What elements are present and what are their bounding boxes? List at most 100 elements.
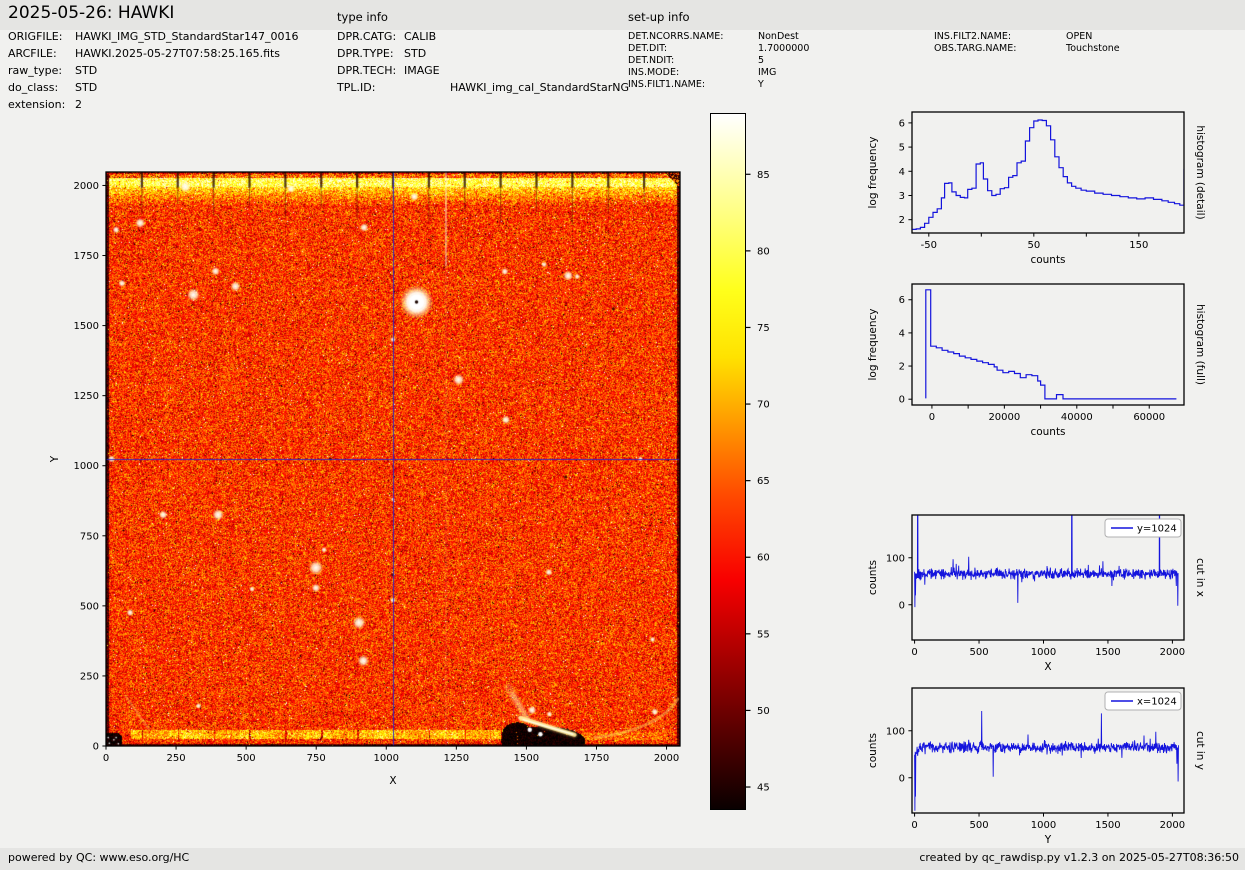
file-info-row: ORIGFILE: HAWKI_IMG_STD_StandardStar147_0… xyxy=(8,30,299,43)
cut-y-x-tick-label: 1000 xyxy=(1031,820,1056,831)
cut-x-legend-box xyxy=(1104,518,1182,538)
hist-detail-y-tick-label: 4 xyxy=(899,167,905,178)
main-image-x-tick-label: 1250 xyxy=(444,753,469,764)
tpl-id-value: HAWKI_img_cal_StandardStarNG xyxy=(450,81,629,94)
header-bar xyxy=(0,0,1245,30)
hist-detail-frame xyxy=(911,111,1185,234)
cut-x-y-tick-label: 0 xyxy=(899,600,905,611)
dpr-tech-label: DPR.TECH: xyxy=(337,64,397,77)
main-image-ylabel: Y xyxy=(49,455,61,463)
cut-y-ylabel: counts xyxy=(867,733,879,768)
hist-full-y-tick-label: 2 xyxy=(899,362,905,373)
det-dit-value: 1.7000000 xyxy=(758,43,810,54)
file-info-row: ARCFILE: HAWKI.2025-05-27T07:58:25.165.fi… xyxy=(8,47,280,60)
cut-x-series xyxy=(914,515,1179,608)
cut-x-x-tick-label: 500 xyxy=(969,647,988,658)
setup-info-row: INS.MODE: IMG xyxy=(628,67,776,78)
det-ndit-value: 5 xyxy=(758,55,765,66)
hist-detail-x-tick-label: 150 xyxy=(1129,240,1148,251)
det-dit-label: DET.DIT: xyxy=(628,43,668,54)
cut-y-legend-label: x=1024 xyxy=(1137,697,1177,708)
cut-y-xlabel: Y xyxy=(1044,834,1052,846)
cut-x-y-tick-label: 100 xyxy=(886,553,905,564)
main-image-x-tick-label: 500 xyxy=(237,753,256,764)
dpr-type-label: DPR.TYPE: xyxy=(337,47,394,60)
arcfile-value: HAWKI.2025-05-27T07:58:25.165.fits xyxy=(75,47,281,60)
hist-detail-xlabel: counts xyxy=(1030,254,1065,266)
main-image-x-tick-label: 2000 xyxy=(654,753,679,764)
main-image-xlabel: X xyxy=(389,775,396,787)
colorbar-tick-label: 45 xyxy=(757,783,770,794)
hist-detail-y-tick-label: 2 xyxy=(899,215,905,226)
doclass-label: do_class: xyxy=(8,81,59,94)
rawtype-label: raw_type: xyxy=(8,64,63,77)
detector-image xyxy=(106,172,680,746)
hist-full-xlabel: counts xyxy=(1030,426,1065,438)
page-title: 2025-05-26: HAWKI xyxy=(8,3,175,23)
file-info-row: extension: 2 xyxy=(8,98,82,111)
hist-full-y-tick-label: 4 xyxy=(899,328,905,339)
setup-info-row: INS.FILT2.NAME: OPEN xyxy=(934,31,1092,42)
tpl-id-label: TPL.ID: xyxy=(337,81,376,94)
setup-info-row: OBS.TARG.NAME: Touchstone xyxy=(934,43,1120,54)
main-image-y-tick-label: 1000 xyxy=(74,461,99,472)
dpr-catg-label: DPR.CATG: xyxy=(337,30,397,43)
cut-x-x-tick-label: 0 xyxy=(911,647,917,658)
hist-full-x-tick-label: 40000 xyxy=(1061,412,1093,423)
dpr-catg-value: CALIB xyxy=(404,30,437,43)
hist-detail-side-label: histogram (detail) xyxy=(1194,125,1206,219)
cut-x-x-tick-label: 2000 xyxy=(1160,647,1185,658)
setup-info-row: INS.FILT1.NAME: Y xyxy=(628,79,764,90)
arcfile-label: ARCFILE: xyxy=(8,47,57,60)
hist-full-x-tick-label: 60000 xyxy=(1133,412,1165,423)
colorbar-tick-label: 50 xyxy=(757,706,770,717)
colorbar-tick-label: 60 xyxy=(757,553,770,564)
rawtype-value: STD xyxy=(75,64,98,77)
cut-y-legend-box xyxy=(1104,691,1182,711)
ins-filt2-value: OPEN xyxy=(1066,31,1093,42)
hist-full-x-tick-label: 20000 xyxy=(988,412,1020,423)
main-image-y-tick-label: 500 xyxy=(80,601,99,612)
hist-full-series xyxy=(925,289,1177,400)
det-ndit-label: DET.NDIT: xyxy=(628,55,675,66)
setup-info-row: DET.NCORRS.NAME: NonDest xyxy=(628,31,799,42)
main-image-x-tick-label: 1750 xyxy=(584,753,609,764)
colorbar xyxy=(710,113,746,810)
type-info-row: DPR.TECH: IMAGE xyxy=(337,64,440,77)
colorbar-tick-label: 85 xyxy=(757,170,770,181)
cut-x-frame xyxy=(911,514,1185,641)
dpr-type-value: STD xyxy=(404,47,427,60)
footer-powered-by: powered by QC: www.eso.org/HC xyxy=(8,851,190,864)
colorbar-tick-label: 75 xyxy=(757,323,770,334)
cut-y-x-tick-label: 1500 xyxy=(1095,820,1120,831)
ins-filt2-label: INS.FILT2.NAME: xyxy=(934,31,1012,42)
colorbar-tick-label: 65 xyxy=(757,476,770,487)
hist-full-ylabel: log frequency xyxy=(867,308,879,380)
extension-label: extension: xyxy=(8,98,66,111)
cut-x-xlabel: X xyxy=(1044,661,1051,673)
cut-x-x-tick-label: 1000 xyxy=(1031,647,1056,658)
doclass-value: STD xyxy=(75,81,98,94)
hist-detail-x-tick-label: 50 xyxy=(1027,240,1040,251)
main-image-x-tick-label: 250 xyxy=(167,753,186,764)
type-info-row: DPR.TYPE: STD xyxy=(337,47,426,60)
det-ncorrs-label: DET.NCORRS.NAME: xyxy=(628,31,724,42)
colorbar-tick-label: 80 xyxy=(757,246,770,257)
hist-detail-x-tick-label: -50 xyxy=(921,240,937,251)
cut-y-frame xyxy=(911,687,1185,814)
cut-y-side-label: cut in y xyxy=(1194,731,1206,770)
cut-y-y-tick-label: 100 xyxy=(886,726,905,737)
main-image-y-tick-label: 1750 xyxy=(74,251,99,262)
main-image-x-tick-label: 0 xyxy=(103,753,109,764)
hist-detail-y-tick-label: 5 xyxy=(899,143,905,154)
setup-info-row: DET.DIT: 1.7000000 xyxy=(628,43,809,54)
det-ncorrs-value: NonDest xyxy=(758,31,799,42)
cut-y-series xyxy=(914,710,1179,811)
cut-x-x-tick-label: 1500 xyxy=(1095,647,1120,658)
type-info-row: DPR.CATG: CALIB xyxy=(337,30,436,43)
colorbar-tick-label: 70 xyxy=(757,400,770,411)
setup-info-row: DET.NDIT: 5 xyxy=(628,55,764,66)
hist-full-frame xyxy=(911,283,1185,406)
file-info-row: raw_type: STD xyxy=(8,64,97,77)
origfile-label: ORIGFILE: xyxy=(8,30,63,43)
